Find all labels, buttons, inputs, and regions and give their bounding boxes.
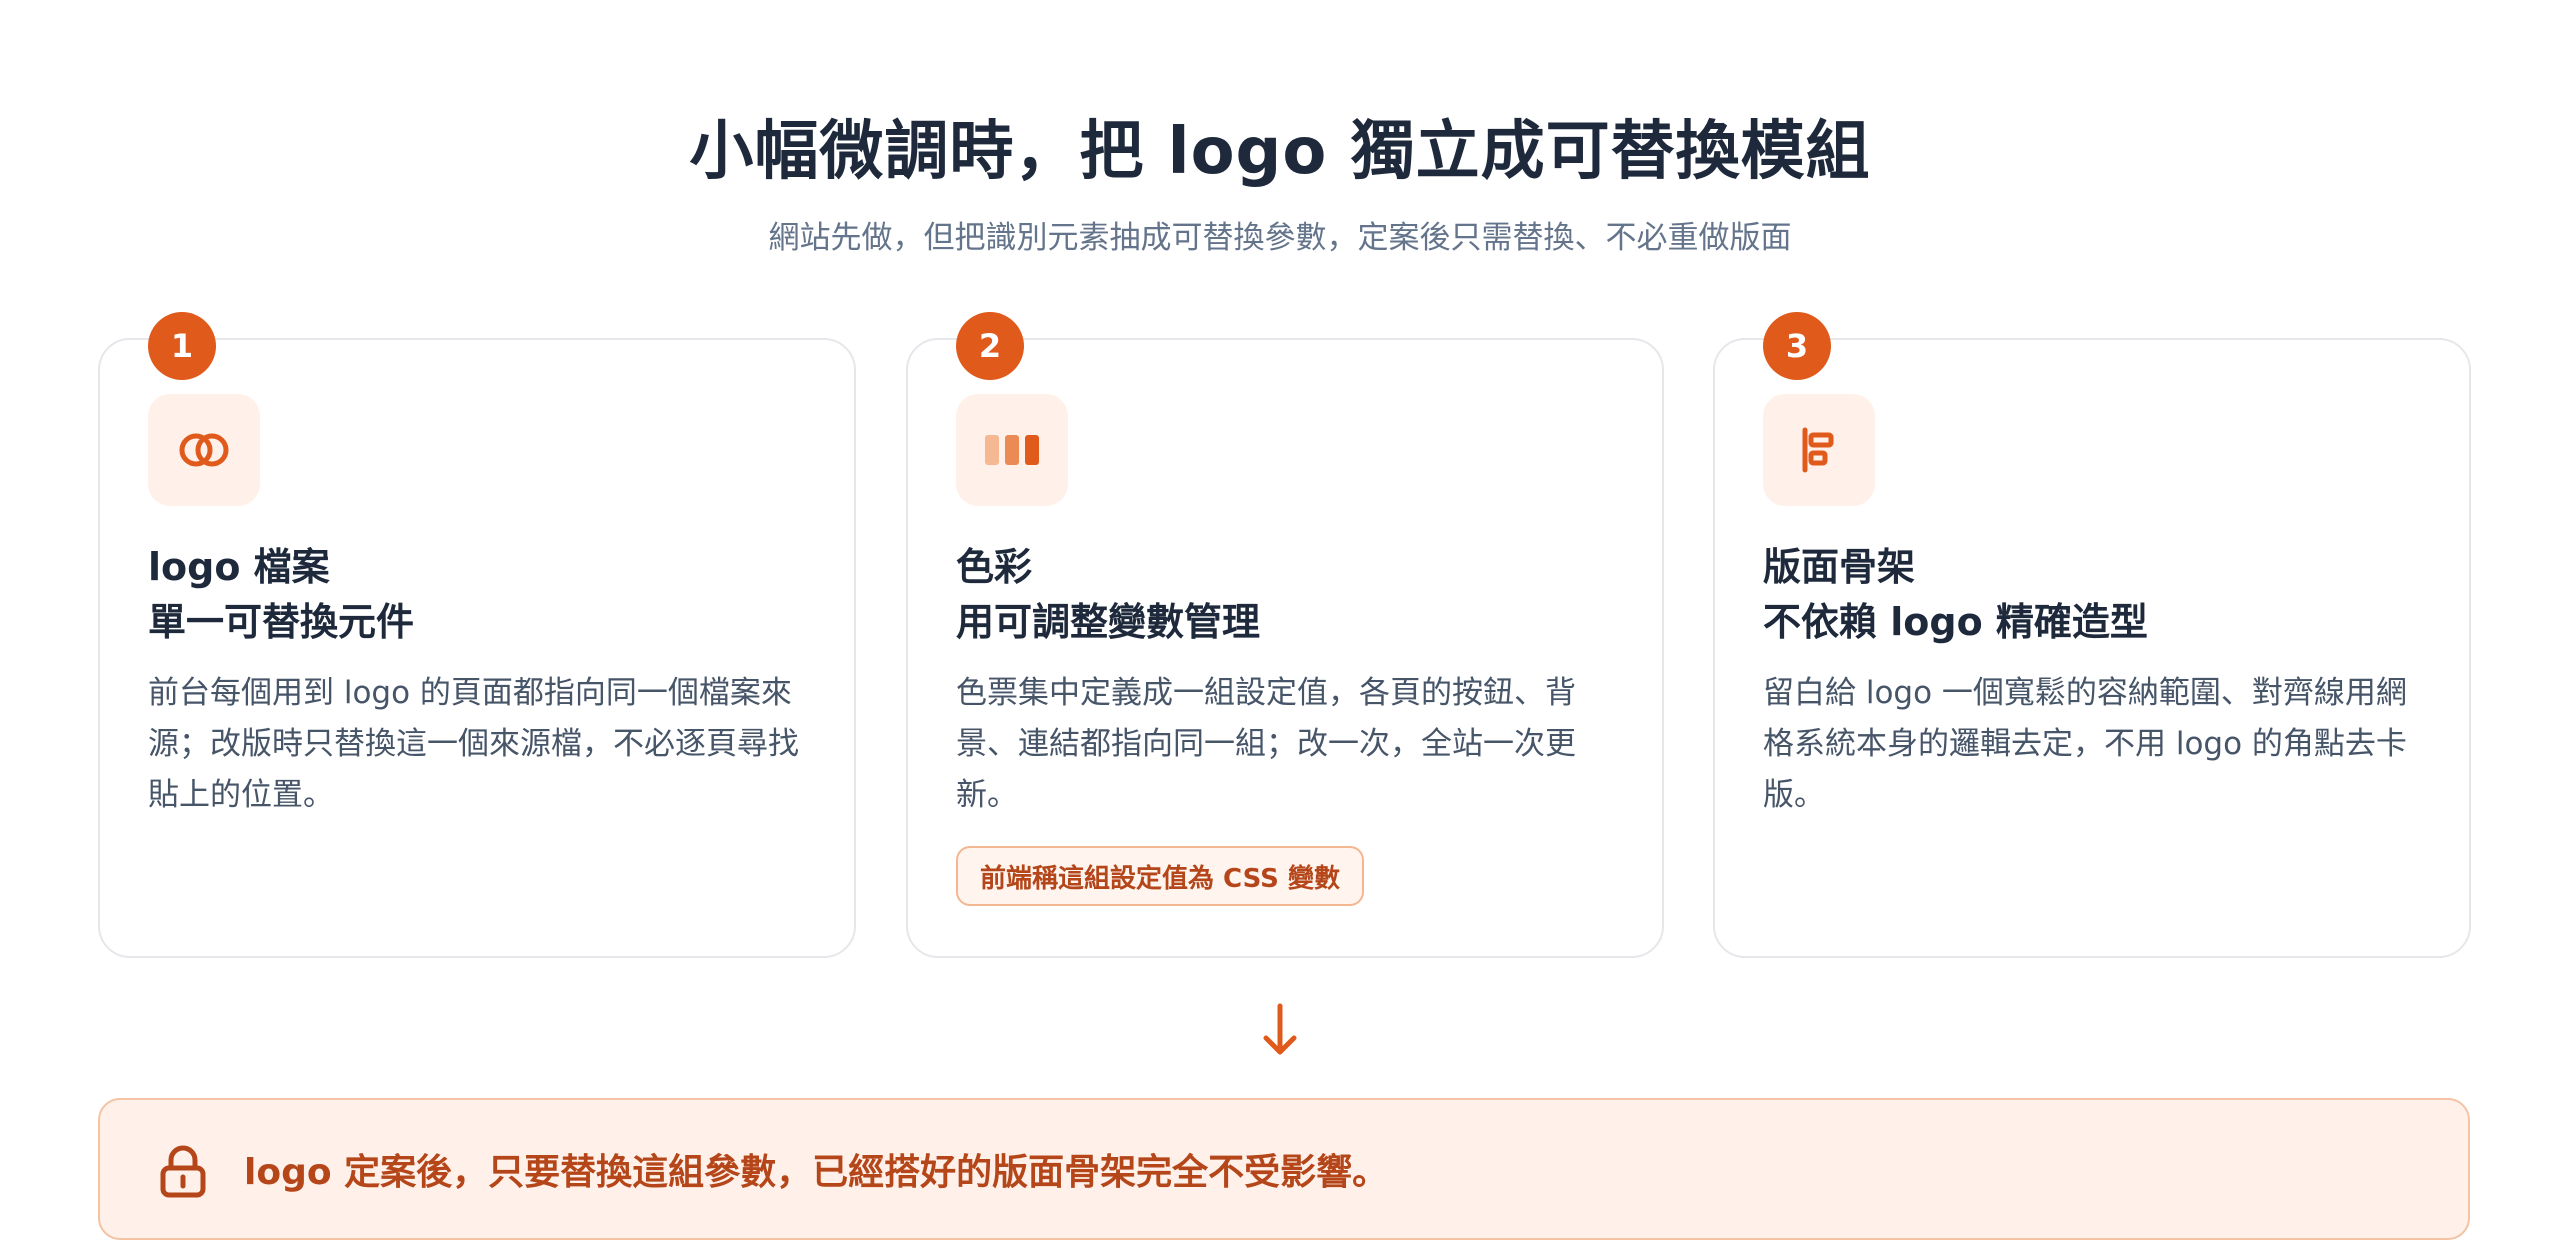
summary-banner-text: logo 定案後，只要替換這組參數，已經搭好的版面骨架完全不受影響。 [244, 1152, 1389, 1193]
color-swatches-icon [985, 435, 1039, 465]
card-heading-line2: 單一可替換元件 [148, 600, 415, 644]
card-icon-box [956, 394, 1068, 506]
step-card-layout: 3 版面骨架 不依賴 logo 精確造型 留白給 logo 一個寬鬆的容納範圍、… [1713, 312, 2471, 958]
css-variable-tag: 前端稱這組設定值為 CSS 變數 [956, 846, 1364, 906]
card-body: 色票集中定義成一組設定值，各頁的按鈕、背景、連結都指向同一組；改一次，全站一次更… [956, 675, 1576, 813]
card-heading-line2: 不依賴 logo 精確造型 [1763, 600, 2148, 644]
linked-rings-icon [179, 433, 229, 467]
lock-icon [160, 1145, 206, 1198]
page-subtitle: 網站先做，但把識別元素抽成可替換參數，定案後只需替換、不必重做版面 [768, 220, 1792, 256]
step-card-color: 2 色彩 用可調整變數管理 色票集中定義成一組設定值，各頁的按鈕、背景、連結都指… [906, 312, 1664, 958]
arrow-down-icon [1263, 1003, 1297, 1055]
step-number-badge: 1 [148, 312, 216, 380]
card-heading: 版面骨架 不依賴 logo 精確造型 [1763, 540, 2423, 650]
card-body: 留白給 logo 一個寬鬆的容納範圍、對齊線用網格系統本身的邏輯去定，不用 lo… [1763, 675, 2407, 813]
page-title: 小幅微調時，把 logo 獨立成可替換模組 [689, 115, 1871, 189]
card-heading-line1: logo 檔案 [148, 545, 330, 589]
step-number-badge: 2 [956, 312, 1024, 380]
step-card-logo-file: 1 logo 檔案 單一可替換元件 前台每個用到 logo 的頁面都指向同一個檔… [98, 312, 856, 958]
card-heading: 色彩 用可調整變數管理 [956, 540, 1616, 650]
card-heading-line1: 版面骨架 [1763, 545, 1916, 589]
card-heading-line2: 用可調整變數管理 [956, 600, 1261, 644]
card-icon-box [148, 394, 260, 506]
card-body: 前台每個用到 logo 的頁面都指向同一個檔案來源；改版時只替換這一個來源檔，不… [148, 675, 799, 813]
card-heading: logo 檔案 單一可替換元件 [148, 540, 808, 650]
page: 小幅微調時，把 logo 獨立成可替換模組 網站先做，但把識別元素抽成可替換參數… [0, 0, 2560, 1260]
card-heading-line1: 色彩 [956, 545, 1033, 589]
card-icon-box [1763, 394, 1875, 506]
layout-align-icon [1802, 427, 1834, 473]
summary-banner: logo 定案後，只要替換這組參數，已經搭好的版面骨架完全不受影響。 [98, 1098, 2470, 1240]
step-number-badge: 3 [1763, 312, 1831, 380]
